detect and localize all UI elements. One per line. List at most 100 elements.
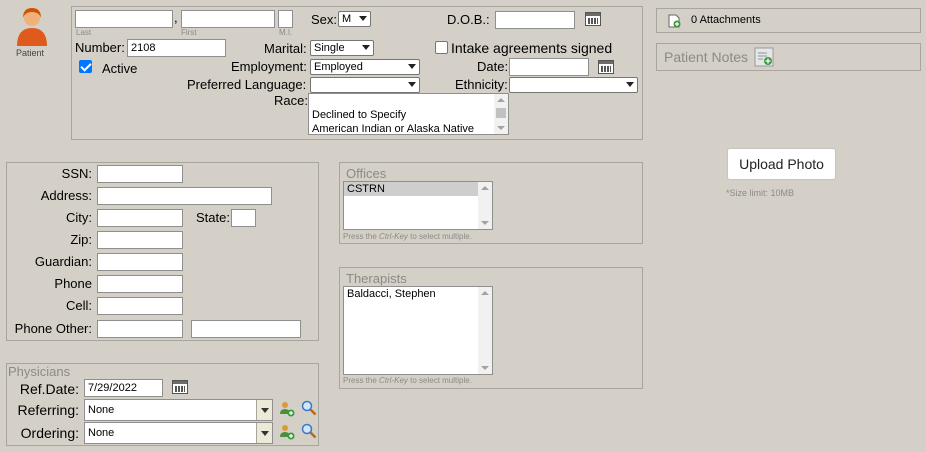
attachments-panel[interactable]: 0 Attachments xyxy=(656,8,921,33)
dob-input[interactable] xyxy=(495,11,575,29)
chevron-down-icon xyxy=(359,16,367,21)
chevron-down-icon xyxy=(626,82,634,87)
dropdown-arrow-icon[interactable] xyxy=(256,400,272,420)
patient-avatar[interactable]: Patient xyxy=(12,6,52,61)
ref-date-input[interactable]: 7/29/2022 xyxy=(84,379,163,397)
marital-select[interactable]: Single xyxy=(310,40,374,56)
office-option[interactable]: CSTRN xyxy=(344,182,492,196)
dropdown-arrow-icon[interactable] xyxy=(256,423,272,443)
offices-scrollbar[interactable] xyxy=(478,182,492,229)
number-label: Number: xyxy=(75,40,125,55)
zip-label: Zip: xyxy=(70,232,92,247)
patient-notes-label: Patient Notes xyxy=(664,49,749,65)
therapists-hint: Press the Ctrl-Key to select multiple. xyxy=(343,376,472,385)
cell-input[interactable] xyxy=(97,297,183,315)
hint-text: Press the xyxy=(343,376,380,385)
intake-checkbox[interactable] xyxy=(435,41,448,54)
dob-label: D.O.B.: xyxy=(447,12,490,27)
employment-select[interactable]: Employed xyxy=(310,59,420,75)
date-label: Date: xyxy=(477,59,509,74)
middle-initial-input[interactable] xyxy=(278,10,293,28)
therapist-option[interactable]: Baldacci, Stephen xyxy=(344,287,492,301)
zip-input[interactable] xyxy=(97,231,183,249)
preferred-language-label: Preferred Language: xyxy=(187,77,307,92)
active-checkbox[interactable] xyxy=(79,60,92,73)
attachment-file-icon xyxy=(668,14,681,28)
phone-label: Phone xyxy=(54,276,92,291)
add-physician-icon[interactable] xyxy=(279,424,295,440)
calendar-icon[interactable] xyxy=(585,12,601,26)
calendar-icon[interactable] xyxy=(598,60,614,74)
ssn-label: SSN: xyxy=(61,166,92,181)
address-label: Address: xyxy=(40,188,92,203)
therapists-legend: Therapists xyxy=(346,271,407,286)
phone-other-input[interactable] xyxy=(97,320,183,338)
scroll-up-icon xyxy=(481,291,489,295)
sex-value: M xyxy=(342,13,352,25)
add-note-icon[interactable] xyxy=(754,47,774,67)
ordering-select[interactable]: None xyxy=(84,422,273,444)
calendar-icon[interactable] xyxy=(172,380,188,394)
scroll-down-icon xyxy=(497,126,505,130)
add-physician-icon[interactable] xyxy=(279,401,295,417)
phone-input[interactable] xyxy=(97,275,183,293)
phone-other-extension-input[interactable] xyxy=(191,320,301,338)
offices-hint: Press the Ctrl-Key to select multiple. xyxy=(343,232,472,241)
last-name-input[interactable] xyxy=(75,10,173,28)
ref-date-label: Ref.Date: xyxy=(19,381,79,397)
race-option[interactable]: American Indian or Alaska Native xyxy=(309,122,508,134)
number-input[interactable]: 2108 xyxy=(127,39,226,57)
search-icon[interactable] xyxy=(301,400,317,416)
race-option[interactable]: Declined to Specify xyxy=(309,108,508,122)
referring-value: None xyxy=(88,404,115,416)
employment-label: Employment: xyxy=(231,59,307,74)
patient-notes-panel[interactable]: Patient Notes xyxy=(656,43,921,71)
scroll-down-icon xyxy=(481,366,489,370)
name-comma: , xyxy=(174,10,178,25)
therapists-scrollbar[interactable] xyxy=(478,287,492,374)
ethnicity-select[interactable] xyxy=(509,77,638,93)
therapists-listbox[interactable]: Baldacci, Stephen xyxy=(343,286,493,375)
guardian-input[interactable] xyxy=(97,253,183,271)
employment-value: Employed xyxy=(314,61,363,73)
state-input[interactable] xyxy=(231,209,256,227)
race-listbox[interactable]: Declined to Specify American Indian or A… xyxy=(308,93,509,135)
physicians-legend: Physicians xyxy=(8,364,71,379)
search-icon[interactable] xyxy=(301,423,317,439)
upload-size-hint: *Size limit: 10MB xyxy=(726,188,795,198)
sex-label: Sex: xyxy=(311,12,338,27)
patient-label: Patient xyxy=(16,48,45,58)
middle-initial-hint: M.I. xyxy=(279,28,293,37)
hint-key: Ctrl-Key xyxy=(379,376,408,385)
ssn-input[interactable] xyxy=(97,165,183,183)
referring-select[interactable]: None xyxy=(84,399,273,421)
attachments-label: 0 Attachments xyxy=(691,14,761,26)
race-scrollbar[interactable] xyxy=(494,94,508,134)
hint-key: Ctrl-Key xyxy=(379,232,408,241)
offices-listbox[interactable]: CSTRN xyxy=(343,181,493,230)
race-option[interactable] xyxy=(309,94,508,108)
state-label: State: xyxy=(196,210,230,225)
ethnicity-label: Ethnicity: xyxy=(455,77,508,92)
marital-label: Marital: xyxy=(264,41,307,56)
referring-label: Referring: xyxy=(17,402,79,418)
upload-photo-button[interactable]: Upload Photo xyxy=(727,148,836,180)
city-input[interactable] xyxy=(97,209,183,227)
hint-text: to select multiple. xyxy=(407,232,472,241)
chevron-down-icon xyxy=(408,64,416,69)
address-input[interactable] xyxy=(97,187,272,205)
marital-value: Single xyxy=(314,42,345,54)
ordering-label: Ordering: xyxy=(20,425,79,441)
first-name-hint: First xyxy=(181,28,197,37)
sex-select[interactable]: M xyxy=(338,11,371,27)
race-label: Race: xyxy=(274,93,308,108)
chevron-down-icon xyxy=(408,82,416,87)
ordering-value: None xyxy=(88,427,115,439)
preferred-language-select[interactable] xyxy=(310,77,420,93)
scrollbar-thumb[interactable] xyxy=(496,108,506,118)
first-name-input[interactable] xyxy=(181,10,275,28)
intake-label: Intake agreements signed xyxy=(451,40,613,56)
date-input[interactable] xyxy=(509,58,589,76)
cell-label: Cell: xyxy=(65,298,92,313)
last-name-hint: Last xyxy=(76,28,92,37)
